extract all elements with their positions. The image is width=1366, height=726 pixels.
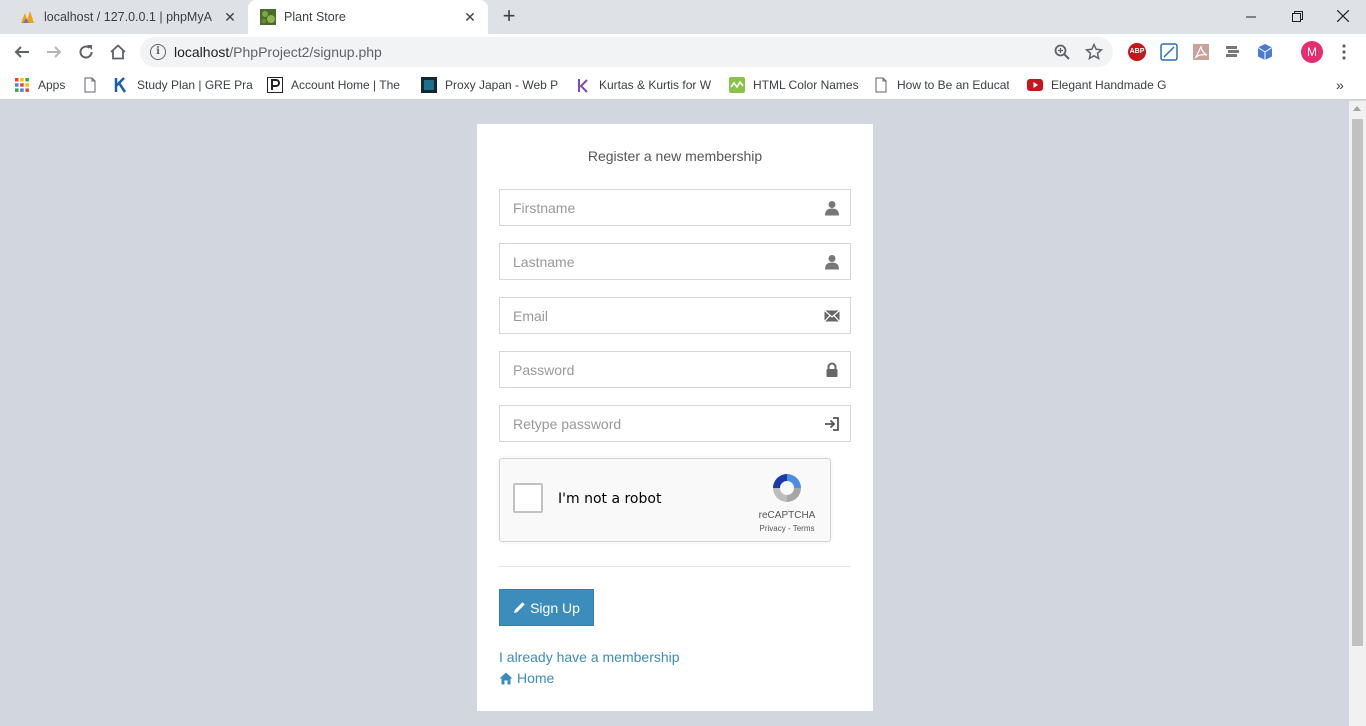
tab-title: Plant Store — [284, 10, 346, 24]
profile-avatar[interactable]: M — [1301, 41, 1323, 63]
bookmark-html-color-names[interactable]: HTML Color Names — [729, 76, 859, 94]
bookmark-page[interactable] — [82, 76, 106, 94]
firstname-field-group — [499, 189, 851, 226]
restore-button[interactable] — [1274, 0, 1320, 34]
apps-grid-icon — [15, 78, 29, 92]
minimize-button[interactable] — [1228, 0, 1274, 34]
close-window-button[interactable] — [1320, 0, 1366, 34]
home-icon — [110, 44, 126, 60]
pdf-icon[interactable] — [1192, 43, 1210, 61]
scrollbar-thumb[interactable] — [1352, 119, 1363, 646]
sign-up-label: Sign Up — [530, 599, 580, 616]
close-tab-icon[interactable]: ✕ — [462, 9, 478, 25]
adblock-icon[interactable]: ABP — [1128, 43, 1146, 61]
lastname-field-group — [499, 243, 851, 280]
bookmark-elegant-handmade[interactable]: Elegant Handmade G — [1027, 76, 1167, 94]
home-link[interactable]: Home — [499, 670, 554, 686]
already-member-link[interactable]: I already have a membership — [499, 649, 680, 665]
zoom-icon[interactable] — [1053, 43, 1071, 61]
proxy-icon — [421, 77, 437, 93]
user-icon — [825, 255, 839, 270]
recaptcha-logo-icon — [773, 474, 801, 502]
home-button[interactable] — [104, 38, 132, 66]
recaptcha-terms-link[interactable]: Terms — [793, 524, 815, 533]
sign-up-button[interactable]: Sign Up — [499, 589, 594, 626]
forward-button[interactable] — [40, 38, 68, 66]
tab-strip: localhost / 127.0.0.1 | phpMyAdm ✕ Plant… — [0, 0, 1366, 34]
retype-password-field-group — [499, 405, 851, 442]
lastname-input[interactable] — [500, 244, 810, 279]
email-input[interactable] — [500, 298, 810, 333]
email-field-group — [499, 297, 851, 334]
reload-button[interactable] — [72, 38, 100, 66]
tab-title: localhost / 127.0.0.1 | phpMyAdm — [44, 10, 212, 24]
envelope-icon — [824, 310, 840, 322]
retype-password-input[interactable] — [500, 406, 810, 441]
register-box-message: Register a new membership — [587, 148, 763, 164]
bookmark-apps[interactable]: Apps — [14, 76, 65, 94]
bookmark-star-icon[interactable] — [1085, 43, 1103, 61]
forward-arrow-icon — [47, 46, 62, 58]
cube-icon[interactable] — [1256, 43, 1274, 61]
bookmark-educator[interactable]: How to Be an Educat — [873, 76, 1009, 94]
password-field-group — [499, 351, 851, 388]
user-icon — [825, 201, 839, 216]
youtube-icon — [1027, 79, 1043, 91]
plant-icon — [260, 9, 276, 25]
bookmark-study-plan[interactable]: Study Plan | GRE Prac — [113, 76, 253, 94]
firstname-input[interactable] — [500, 190, 810, 225]
bookmark-account-home[interactable]: Account Home | The — [267, 76, 403, 94]
page-icon — [875, 77, 887, 93]
p-icon — [267, 77, 283, 93]
tab-plant-store[interactable]: Plant Store ✕ — [248, 0, 488, 34]
login-icon — [825, 417, 839, 431]
password-input[interactable] — [500, 352, 810, 387]
recaptcha-checkbox[interactable] — [513, 483, 543, 513]
reload-icon — [79, 45, 93, 59]
pencil-icon — [514, 602, 525, 613]
page-scrollbar[interactable] — [1349, 101, 1366, 726]
page-icon — [84, 77, 96, 93]
bookmarks-bar: Apps Study Plan | GRE Prac Account Home … — [0, 70, 1366, 100]
recaptcha-privacy-link[interactable]: Privacy — [760, 524, 786, 533]
url-text: localhost/PhpProject2/signup.php — [174, 44, 382, 60]
bookmark-proxy-japan[interactable]: Proxy Japan - Web Pr — [421, 76, 559, 94]
recaptcha-label: I'm not a robot — [558, 491, 662, 507]
scroll-up-arrow-icon[interactable] — [1353, 106, 1361, 111]
tab-phpmyadmin[interactable]: localhost / 127.0.0.1 | phpMyAdm ✕ — [8, 0, 248, 34]
bookmarks-overflow-icon[interactable]: » — [1336, 76, 1344, 94]
browser-toolbar: i localhost/PhpProject2/signup.php ABP M — [0, 34, 1366, 70]
k-icon — [114, 77, 127, 93]
bookmark-kurtas[interactable]: Kurtas & Kurtis for W — [575, 76, 713, 94]
home-link-label: Home — [517, 670, 555, 686]
phpmyadmin-icon — [21, 11, 34, 23]
k-purple-icon — [578, 79, 588, 93]
register-box: Register a new membership I'm not a robo… — [477, 124, 873, 711]
stack-icon[interactable] — [1224, 43, 1242, 61]
close-tab-icon[interactable]: ✕ — [222, 9, 238, 25]
back-arrow-icon — [14, 46, 29, 58]
new-tab-button[interactable]: + — [498, 5, 520, 28]
html-color-icon — [729, 77, 745, 93]
address-bar[interactable]: i localhost/PhpProject2/signup.php — [140, 37, 1113, 67]
extension-compass-icon[interactable] — [1160, 43, 1178, 61]
recaptcha-widget: I'm not a robot reCAPTCHA Privacy - Term… — [499, 458, 831, 542]
divider — [499, 566, 851, 567]
home-icon — [499, 672, 513, 684]
site-info-icon[interactable]: i — [150, 44, 166, 60]
back-button[interactable] — [8, 38, 36, 66]
lock-icon — [826, 362, 838, 377]
recaptcha-privacy-terms: Privacy - Terms — [759, 524, 815, 533]
menu-kebab-icon[interactable] — [1335, 43, 1353, 61]
recaptcha-brand: reCAPTCHA — [758, 510, 816, 521]
